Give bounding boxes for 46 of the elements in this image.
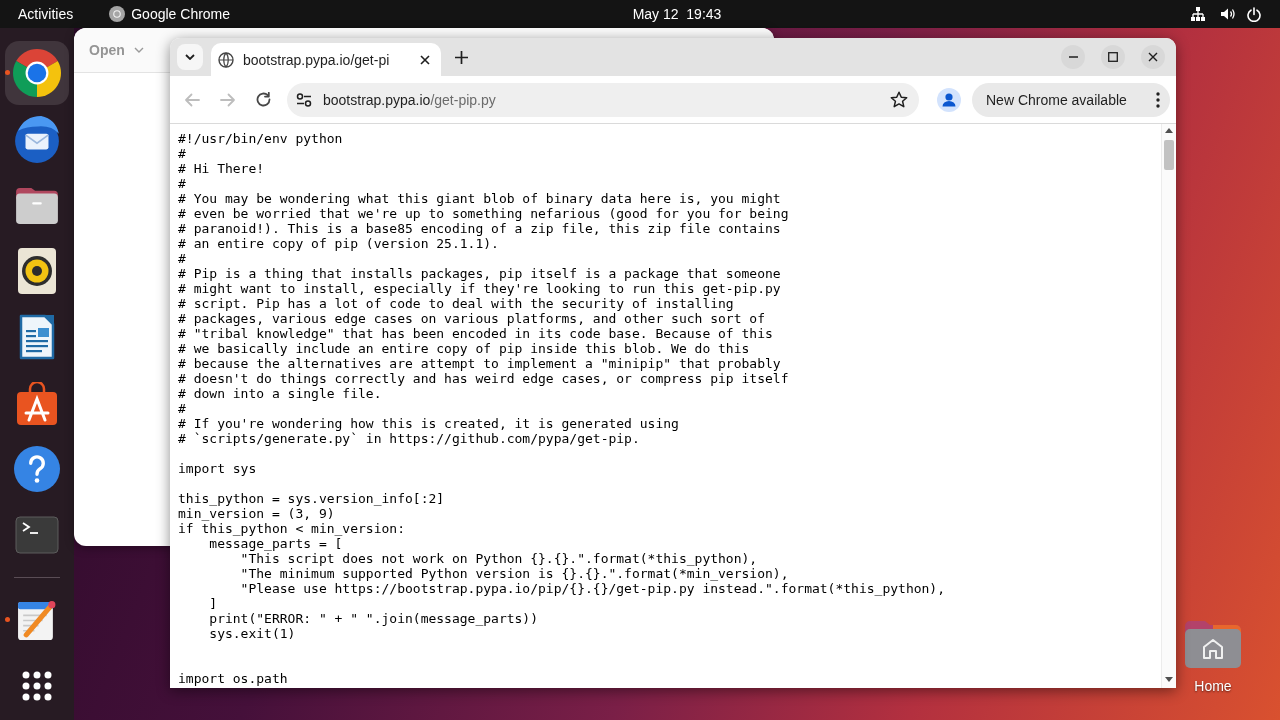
scroll-up-icon[interactable]	[1165, 128, 1173, 133]
help-icon	[14, 446, 60, 492]
plus-icon[interactable]	[455, 50, 468, 64]
terminal-icon	[15, 516, 59, 554]
more-options-icon	[1156, 91, 1160, 108]
home-folder-icon[interactable]	[1185, 620, 1241, 668]
sliders-icon[interactable]	[296, 92, 312, 107]
app-menu-button[interactable]: Google Chrome	[109, 6, 231, 22]
speaker-icon	[18, 248, 56, 294]
network-icon[interactable]	[1190, 7, 1206, 21]
document-icon	[19, 314, 55, 360]
folder-icon	[14, 186, 60, 224]
globe-icon	[218, 51, 234, 68]
chevron-down-icon	[133, 47, 144, 53]
app-logo-icon	[109, 6, 126, 22]
url-text[interactable]: bootstrap.pypa.io/get-pip.py	[323, 91, 496, 108]
activities-button[interactable]: Activities	[18, 6, 74, 22]
tab-search-button[interactable]	[177, 44, 203, 70]
scrollbar-thumb[interactable]	[1164, 140, 1174, 170]
close-window-button[interactable]	[1141, 45, 1165, 69]
mail-icon	[14, 115, 60, 163]
scrollbar-track[interactable]	[1161, 124, 1176, 688]
browser-icon	[13, 49, 61, 97]
app-grid-icon	[22, 671, 52, 701]
dock-app-button[interactable]	[5, 41, 69, 105]
maximize-button[interactable]	[1101, 45, 1125, 69]
chevron-down-icon	[185, 54, 195, 60]
browser-tab[interactable]: bootstrap.pypa.io/get-pi	[211, 43, 441, 76]
minimize-icon	[1068, 56, 1078, 58]
volume-icon[interactable]	[1220, 7, 1236, 21]
clock-button[interactable]: May 12 19:43	[632, 6, 722, 22]
source-code-text: #!/usr/bin/env python # # Hi There! # # You may be wondering what this giant blob of binary data here is, you might # even be worried that we're up to something nefarious (good for you for being # paranoid!). This is a base85 encoding of a zip file, this zip file contains # an entire copy of pip (version 25.1.1). # # Pip is a thing that installs packages, pip itself is a package that someone # might want to install, especially if they're looking to run this get-pip.py # script. Pip has a lot of code to deal with the security of installing # packages, various edge cases on various platforms, and other such sort of # "tribal knowledge" that has been encoded in its code base. Because of this # we basically include an entire copy of pip inside this blob. We do this # because the alternatives are attempt to implement a "minipip" that probably # doesn't do things correctly and has weird edge cases, or compress pip itself # down into a single file. # # If you're wondering how this is created, it is generated using # `scripts/generate.py` in https://github.com/pypa/get-pip. import sys this_python = sys.version_info[:2] min_version = (3, 9) if this_python < min_version: message_parts = [ "This script does not work on Python {}.{}.".format(*this_python), "The minimum supported Python version is {}.{}.".format(*min_version), "Please use https://bootstrap.pypa.io/pip/{}.{}/get-pip.py instead.".format(*this_python), ] print("ERROR: " + " ".join(message_parts)) sys.exit(1) import os.path	[177, 130, 946, 688]
maximize-icon	[1108, 52, 1118, 62]
desktop-icon-label[interactable]: Home	[1194, 678, 1232, 694]
update-chip-button[interactable]: New Chrome available	[972, 82, 1170, 117]
close-icon	[1148, 52, 1158, 62]
reload-icon[interactable]	[256, 92, 271, 107]
minimize-button[interactable]	[1061, 45, 1085, 69]
bookmark-star-icon[interactable]	[890, 91, 908, 108]
notepad-pencil-icon	[17, 599, 57, 641]
shopping-bag-icon	[17, 381, 57, 425]
power-icon[interactable]	[1247, 6, 1261, 22]
scroll-down-icon[interactable]	[1165, 677, 1173, 682]
address-bar[interactable]: bootstrap.pypa.io/get-pip.py	[287, 82, 919, 117]
close-icon[interactable]	[420, 54, 430, 65]
profile-icon[interactable]	[937, 87, 961, 112]
